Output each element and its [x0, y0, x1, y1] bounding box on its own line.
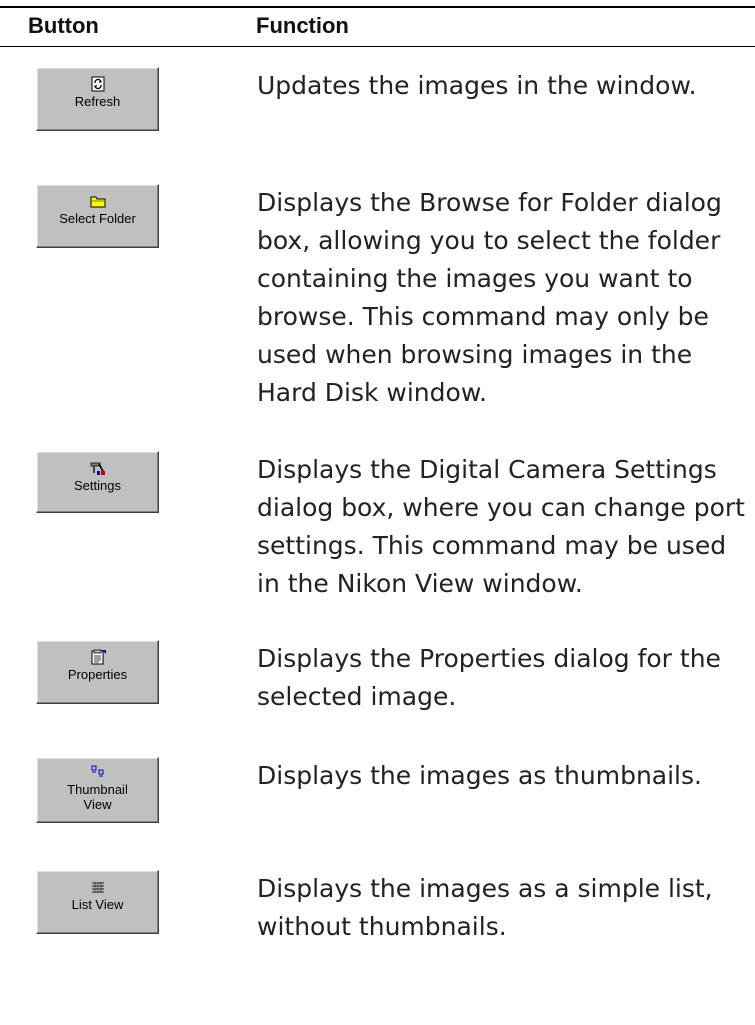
refresh-description: Updates the images in the window. — [257, 71, 697, 100]
properties-description: Displays the Properties dialog for the s… — [257, 644, 721, 711]
settings-button[interactable]: Settings — [36, 451, 159, 513]
select-folder-button-label: Select Folder — [59, 211, 136, 226]
select-folder-button[interactable]: Select Folder — [36, 184, 159, 248]
settings-button-label: Settings — [74, 478, 121, 493]
refresh-icon — [91, 76, 104, 92]
list-view-button-label: List View — [71, 897, 124, 912]
list-view-button[interactable]: List View — [36, 870, 159, 934]
thumbnail-view-button-label: Thumbnail View — [67, 782, 128, 812]
thumbnail-view-icon — [91, 765, 103, 777]
settings-icon — [90, 462, 105, 475]
thumbnail-view-button[interactable]: Thumbnail View — [36, 757, 159, 823]
column-header-button: Button — [28, 13, 99, 38]
thumbnail-view-description: Displays the images as thumbnails. — [257, 761, 702, 790]
properties-icon — [91, 649, 106, 665]
table-top-rule — [0, 6, 755, 8]
folder-icon — [90, 196, 105, 208]
properties-button-label: Properties — [67, 667, 128, 682]
column-header-function: Function — [256, 13, 349, 38]
refresh-button[interactable]: Refresh — [36, 67, 159, 131]
properties-button[interactable]: Properties — [36, 640, 159, 704]
settings-description: Displays the Digital Camera Settings dia… — [257, 455, 745, 598]
list-view-description: Displays the images as a simple list, wi… — [257, 874, 713, 941]
refresh-button-label: Refresh — [74, 94, 121, 109]
header-rule — [0, 46, 755, 47]
select-folder-description: Displays the Browse for Folder dialog bo… — [257, 188, 722, 407]
list-view-icon — [91, 882, 104, 893]
